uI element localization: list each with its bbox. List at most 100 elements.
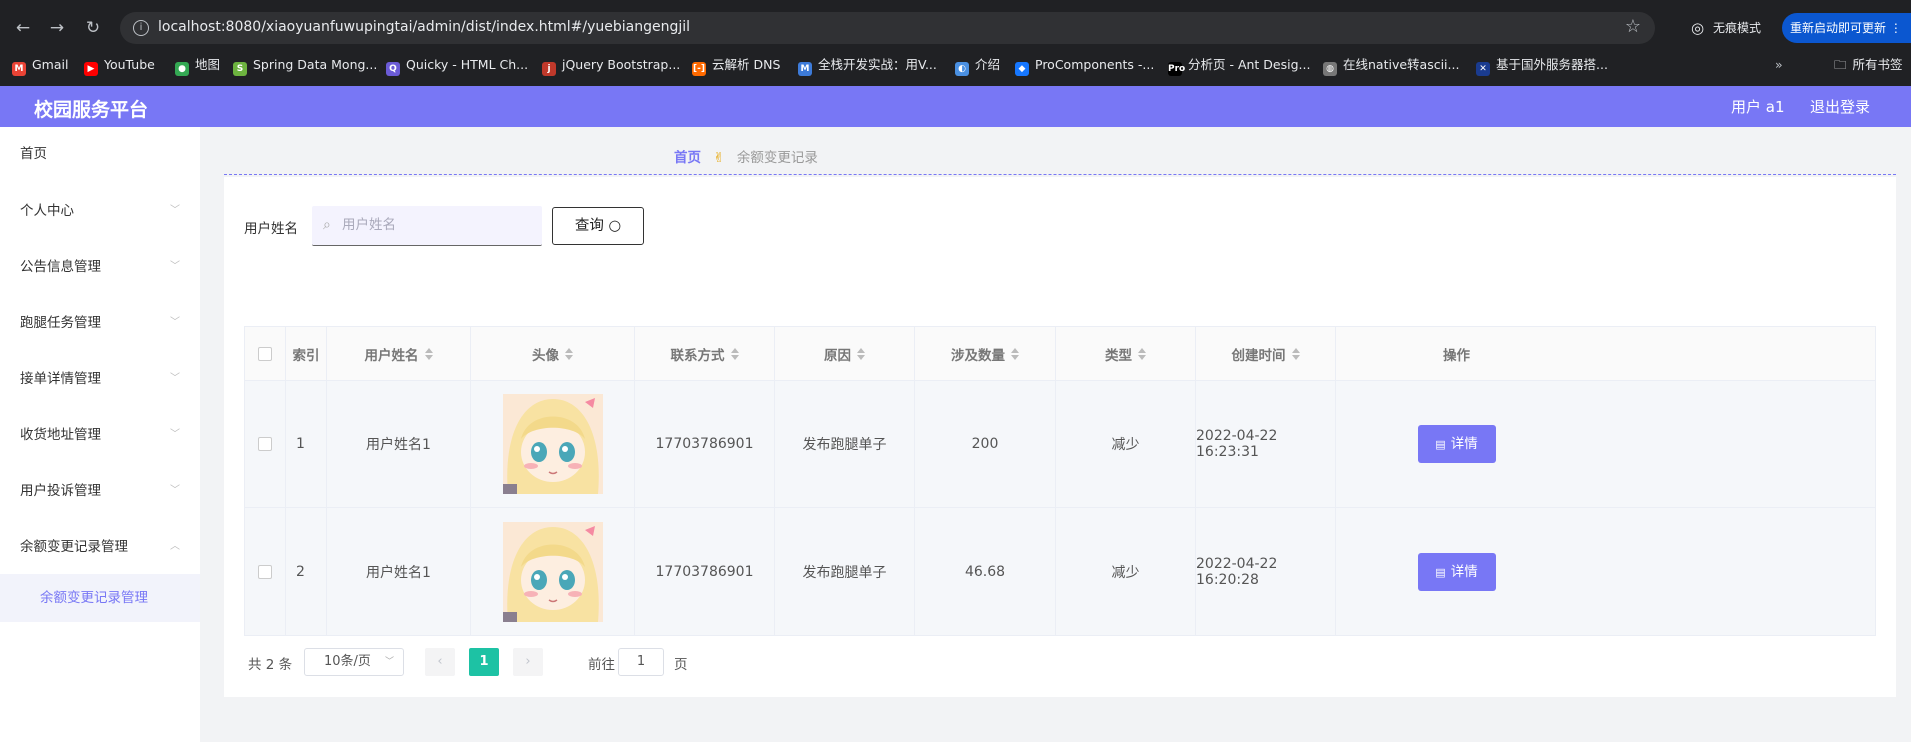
detail-button[interactable]: ▤ 详情 [1417,425,1496,463]
bookmark-item[interactable]: M 全栈开发实战：用V... [798,55,937,76]
bookmark-item[interactable]: Pro 分析页 - Ant Desig... [1168,55,1310,76]
sort-icon[interactable] [565,347,573,360]
select-all-checkbox[interactable] [258,346,272,361]
total-count: 共 2 条 [248,657,293,673]
table-header: 索引 用户姓名 头像 联系方式 原因 涉及数量 类型 创建时间 操作 [245,327,1875,381]
bookmark-item[interactable]: [-] 云解析 DNS [692,55,780,76]
row-time: 2022-04-22 16:20:28 [1196,508,1336,635]
next-page-button[interactable]: › [513,648,543,676]
search-field[interactable]: ⌕ [312,206,542,246]
browser-chrome: ← → ↻ i localhost:8080/xiaoyuanfuwupingt… [0,0,1911,86]
row-index: 2 [286,508,327,635]
row-checkbox[interactable] [258,564,272,579]
bookmark-label: YouTube [104,57,155,72]
breadcrumb-home[interactable]: 首页 [674,150,701,166]
goto-page-input[interactable]: 1 [618,648,664,676]
sidebar-item-orders[interactable]: 接单详情管理 ﹀ [0,359,200,399]
bookmark-label: ProComponents -... [1035,57,1155,72]
sort-icon[interactable] [1011,347,1019,360]
bookmark-item[interactable]: M Gmail [12,55,68,76]
sort-icon[interactable] [1291,347,1300,360]
chevron-down-icon: ﹀ [170,261,180,272]
divider [224,174,1896,175]
sidebar-item-addresses[interactable]: 收货地址管理 ﹀ [0,415,200,455]
bookmark-item[interactable]: ✕ 基于国外服务器搭... [1476,55,1608,76]
column-header[interactable]: 联系方式 [635,327,775,380]
page-number-current[interactable]: 1 [469,648,499,676]
records-table: 索引 用户姓名 头像 联系方式 原因 涉及数量 类型 创建时间 操作 1 用户姓… [244,326,1876,636]
bookmark-item[interactable]: ▶ YouTube [84,55,155,76]
app-header: 校园服务平台 用户 a1 退出登录 [0,86,1911,127]
reload-icon[interactable]: ↻ [78,10,108,46]
bookmark-favicon-icon: [-] [692,62,706,76]
column-header[interactable]: 原因 [775,327,915,380]
bookmark-item[interactable]: ◍ 在线native转ascii... [1323,55,1459,76]
bookmark-item[interactable]: ● 地图 [175,55,220,76]
bookmark-item[interactable]: j jQuery Bootstrap... [542,55,680,76]
document-icon: ▤ [1435,438,1446,451]
url-bar[interactable]: i localhost:8080/xiaoyuanfuwupingtai/adm… [120,12,1655,44]
restart-update-button[interactable]: 重新启动即可更新 ⋮ [1782,13,1911,43]
column-header: 索引 [286,327,327,380]
incognito-label: 无痕模式 [1713,21,1762,35]
bookmark-label: Spring Data Mong... [253,57,378,72]
sort-icon[interactable] [424,347,433,360]
row-type: 减少 [1056,508,1196,635]
column-header[interactable]: 类型 [1056,327,1196,380]
bookmark-label: 基于国外服务器搭... [1496,57,1608,72]
forward-icon[interactable]: → [42,10,72,46]
sidebar-item-complaints[interactable]: 用户投诉管理 ﹀ [0,471,200,511]
sidebar-item-notices[interactable]: 公告信息管理 ﹀ [0,247,200,287]
bookmarks-overflow-icon[interactable]: » [1775,55,1783,75]
column-header[interactable]: 涉及数量 [915,327,1056,380]
detail-button[interactable]: ▤ 详情 [1417,552,1496,591]
column-header[interactable]: 创建时间 [1196,327,1336,380]
folder-icon: 🗀 [1834,57,1847,72]
row-select-cell [245,381,286,507]
column-header[interactable]: 用户姓名 [327,327,471,380]
chevron-down-icon: ﹀ [170,373,180,384]
prev-page-button[interactable]: ‹ [425,648,455,676]
all-bookmarks-button[interactable]: 🗀 所有书签 [1834,55,1903,75]
row-amount: 200 [915,381,1056,507]
bookmark-item[interactable]: S Spring Data Mong... [233,55,378,76]
site-info-icon[interactable]: i [133,20,149,36]
logout-link[interactable]: 退出登录 [1810,96,1870,117]
bookmark-star-icon[interactable]: ☆ [1625,16,1641,37]
sidebar-item-home[interactable]: 首页 [0,134,200,174]
url-text[interactable]: localhost:8080/xiaoyuanfuwupingtai/admin… [158,19,690,35]
sort-icon[interactable] [857,347,865,360]
table-row: 1 用户姓名1 17703786901 发布跑腿单子 200 减少 2022-0… [245,381,1875,508]
bookmark-item[interactable]: ◆ ProComponents -... [1015,55,1155,76]
pagination: 共 2 条 10条/页 ﹀ ‹ 1 › 前往 1 页 [248,647,848,677]
bookmark-item[interactable]: Q Quicky - HTML Ch... [386,55,528,76]
sidebar-item-personal[interactable]: 个人中心 ﹀ [0,191,200,231]
back-icon[interactable]: ← [8,10,38,46]
column-header[interactable]: 头像 [471,327,635,380]
sort-icon[interactable] [730,347,739,360]
search-input[interactable] [342,206,532,244]
table-row: 2 用户姓名1 17703786901 发布跑腿单子 46.68 减少 2022… [245,508,1875,635]
row-name: 用户姓名1 [327,381,471,507]
current-user: 用户 a1 [1731,98,1785,116]
row-select-cell [245,508,286,635]
select-all-cell [245,327,286,380]
incognito-indicator[interactable]: ◎ 无痕模式 [1683,13,1781,43]
avatar[interactable] [502,394,603,494]
search-icon: ⌕ [323,217,331,233]
sort-icon[interactable] [1138,347,1146,360]
query-button[interactable]: 查询 ○ [552,207,644,245]
avatar[interactable] [502,521,603,622]
row-reason: 发布跑腿单子 [775,381,915,507]
row-checkbox[interactable] [258,437,272,451]
sidebar-item-balance[interactable]: 余额变更记录管理 ︿ [0,527,200,567]
chevron-up-icon: ︿ [170,541,180,552]
row-time: 2022-04-22 16:23:31 [1196,381,1336,507]
document-icon: ▤ [1435,565,1446,579]
sidebar-subitem-balance-records[interactable]: 余额变更记录管理 [0,574,200,622]
sidebar-item-errands[interactable]: 跑腿任务管理 ﹀ [0,303,200,343]
page-size-select[interactable]: 10条/页 ﹀ [304,648,404,676]
bookmark-item[interactable]: ◐ 介绍 [955,55,1000,76]
bookmark-favicon-icon: M [798,62,812,76]
bookmark-favicon-icon: Pro [1168,62,1186,76]
